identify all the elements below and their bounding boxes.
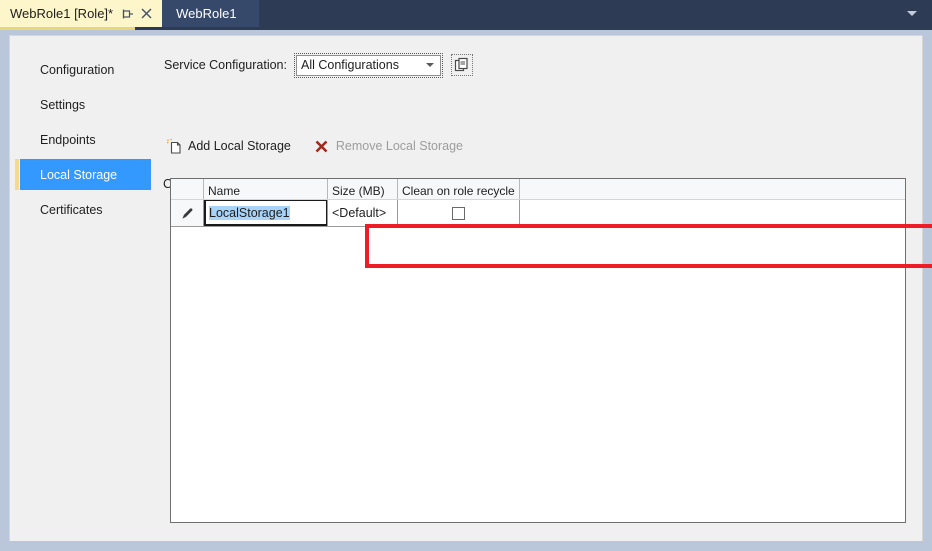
window-bottom-accent	[0, 541, 932, 546]
grid-header-size[interactable]: Size (MB)	[328, 179, 398, 199]
name-input-value: LocalStorage1	[209, 206, 290, 220]
add-local-storage-button[interactable]: Add Local Storage	[163, 135, 297, 157]
table-row[interactable]: LocalStorage1 <Default>	[171, 200, 905, 227]
add-local-storage-label: Add Local Storage	[188, 139, 291, 153]
designer-outer-frame: Configuration Settings Endpoints Local S…	[0, 30, 932, 551]
sidebar-item-configuration[interactable]: Configuration	[10, 54, 150, 85]
name-input[interactable]: LocalStorage1	[204, 200, 328, 226]
local-storage-toolbar: Add Local Storage Remove Local Storage	[163, 135, 483, 157]
sidebar-item-endpoints[interactable]: Endpoints	[10, 124, 150, 155]
designer-surface: Configuration Settings Endpoints Local S…	[9, 35, 923, 543]
cell-filler	[520, 200, 905, 226]
tab-overflow-button[interactable]	[898, 0, 926, 27]
tab-webrole1-role[interactable]: WebRole1 [Role]*	[0, 0, 162, 27]
cell-size-value: <Default>	[332, 206, 386, 220]
local-storage-pane: Service Configuration: All Configuration…	[151, 36, 922, 542]
clean-on-role-recycle-checkbox[interactable]	[452, 207, 465, 220]
tab-webrole1[interactable]: WebRole1	[162, 0, 258, 27]
sidebar-item-label: Local Storage	[40, 168, 117, 182]
sidebar-item-local-storage[interactable]: Local Storage	[20, 159, 151, 190]
add-page-icon	[165, 137, 183, 155]
service-configuration-row: Service Configuration: All Configuration…	[164, 54, 473, 76]
sidebar-item-label: Certificates	[40, 203, 103, 217]
copy-configuration-button[interactable]	[451, 54, 473, 76]
tab-label: WebRole1 [Role]*	[10, 6, 113, 21]
local-storage-grid[interactable]: Name Size (MB) Clean on role recycle Loc…	[170, 178, 906, 523]
chevron-down-icon	[426, 63, 434, 67]
tab-label: WebRole1	[176, 6, 236, 21]
service-configuration-value: All Configurations	[301, 58, 426, 72]
close-icon[interactable]	[139, 6, 154, 21]
tab-strip: WebRole1 [Role]* WebRole1	[0, 0, 932, 27]
grid-header-clean-on-role-recycle[interactable]: Clean on role recycle	[398, 179, 520, 199]
cell-size[interactable]: <Default>	[328, 200, 398, 226]
row-edit-indicator	[171, 200, 204, 226]
remove-local-storage-button[interactable]: Remove Local Storage	[311, 135, 469, 157]
cell-clean-on-role-recycle[interactable]	[398, 200, 520, 226]
sidebar-item-label: Endpoints	[40, 133, 96, 147]
role-property-nav: Configuration Settings Endpoints Local S…	[10, 36, 150, 542]
service-configuration-label: Service Configuration:	[164, 58, 287, 72]
red-x-icon	[313, 137, 331, 155]
sidebar-item-settings[interactable]: Settings	[10, 89, 150, 120]
sidebar-item-certificates[interactable]: Certificates	[10, 194, 150, 225]
pin-icon[interactable]	[121, 7, 135, 21]
chevron-down-icon	[907, 11, 917, 16]
remove-local-storage-label: Remove Local Storage	[336, 139, 463, 153]
grid-header-name[interactable]: Name	[204, 179, 328, 199]
pencil-edit-icon	[181, 207, 194, 220]
sidebar-item-label: Settings	[40, 98, 85, 112]
service-configuration-select[interactable]: All Configurations	[296, 55, 441, 76]
copy-configuration-icon	[454, 57, 470, 73]
sidebar-item-label: Configuration	[40, 63, 114, 77]
cell-name[interactable]: LocalStorage1	[204, 200, 328, 226]
grid-header-row: Name Size (MB) Clean on role recycle	[171, 179, 905, 200]
grid-header-row-selector	[171, 179, 204, 199]
grid-header-filler	[520, 179, 905, 199]
